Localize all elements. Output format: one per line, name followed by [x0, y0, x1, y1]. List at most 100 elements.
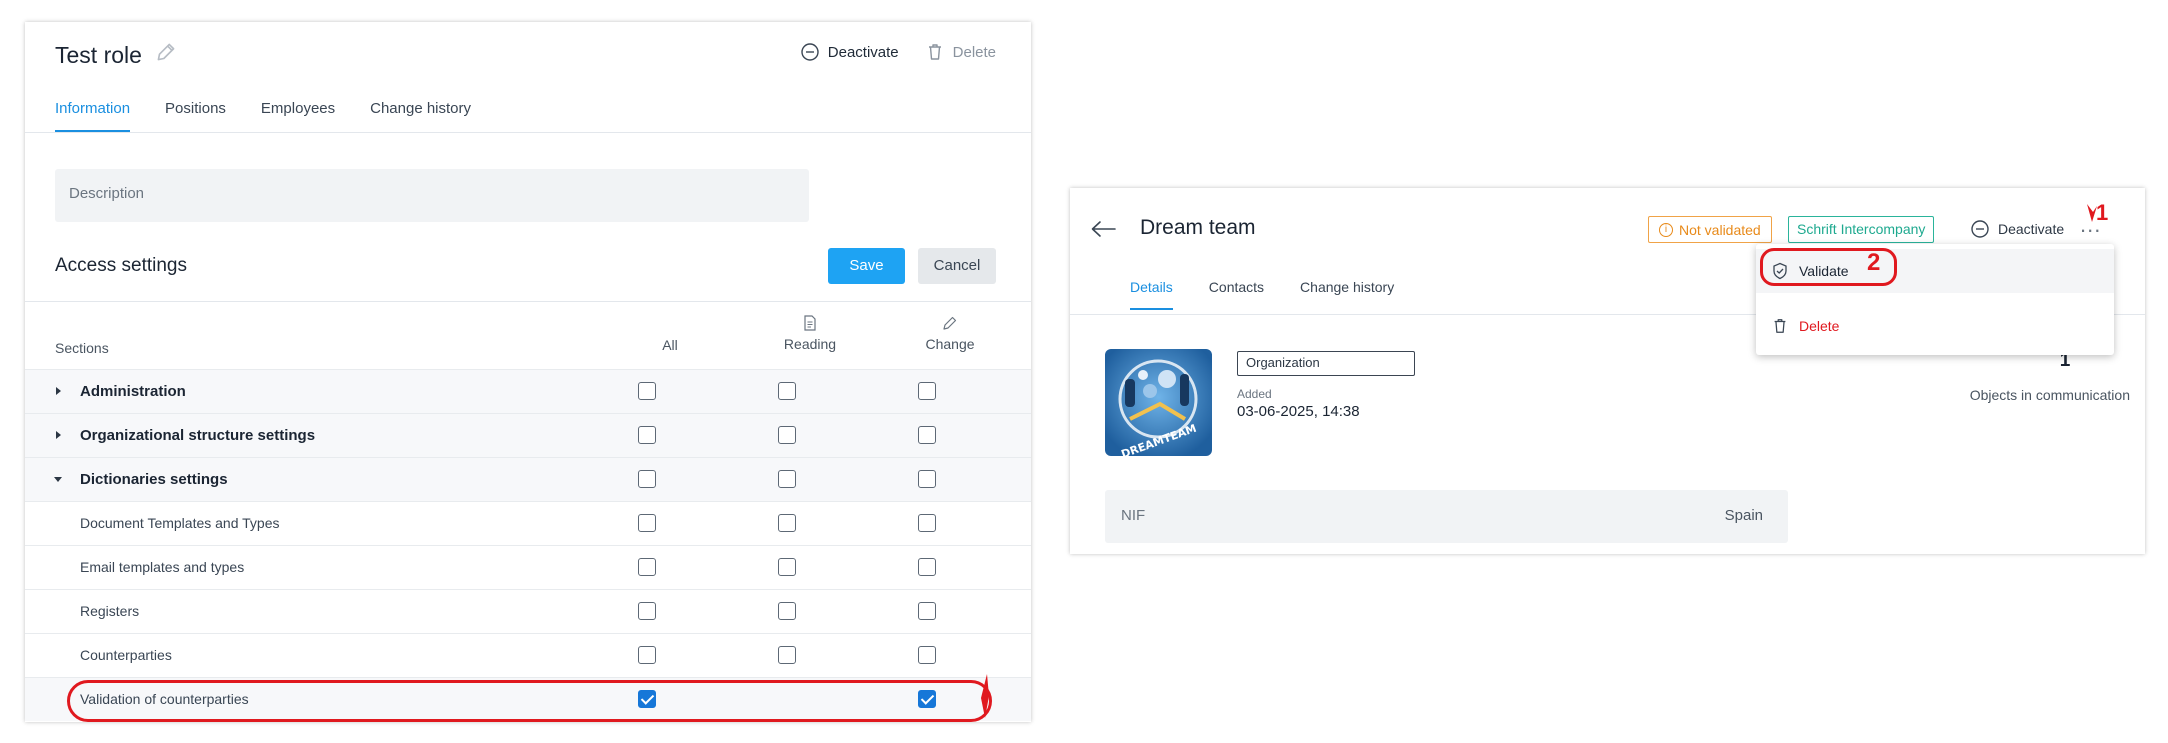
- minus-circle-icon: [1971, 220, 1989, 238]
- row-label: Counterparties: [80, 647, 172, 663]
- pencil-edit-icon[interactable]: [153, 39, 179, 65]
- permission-row-dictionaries: Dictionaries settings: [25, 457, 1031, 501]
- tabs-divider: [25, 132, 1031, 133]
- minus-circle-icon: [801, 43, 819, 61]
- deactivate-label: Deactivate: [1998, 221, 2065, 237]
- checkbox-reading[interactable]: [778, 426, 796, 444]
- checkbox-reading[interactable]: [778, 646, 796, 664]
- caret-right-icon[interactable]: [53, 386, 63, 396]
- access-divider: [25, 301, 1031, 302]
- more-actions-menu: Validate Delete: [1756, 244, 2114, 355]
- info-icon: i: [1659, 222, 1673, 237]
- company-badge: Schrift Intercompany: [1788, 216, 1935, 243]
- nif-field: NIF Spain: [1105, 490, 1788, 543]
- menu-item-validate[interactable]: Validate: [1756, 249, 2114, 293]
- permission-row-counterparties: Counterparties: [25, 633, 1031, 677]
- annotation-step-2: 2: [1867, 249, 1881, 276]
- row-label: Validation of counterparties: [80, 691, 249, 707]
- added-label: Added: [1237, 387, 1272, 401]
- tab-positions[interactable]: Positions: [165, 100, 226, 132]
- status-badge: i Not validated: [1648, 216, 1772, 243]
- deactivate-button[interactable]: Deactivate: [1970, 219, 2064, 239]
- role-settings-panel: Test role Deactivate Delete Information …: [25, 22, 1031, 722]
- checkbox-change[interactable]: [918, 690, 936, 708]
- column-header-all: All: [625, 337, 715, 353]
- checkbox-change[interactable]: [918, 558, 936, 576]
- checkbox-all[interactable]: [638, 426, 656, 444]
- page-title: Test role: [55, 42, 142, 68]
- checkbox-change[interactable]: [918, 426, 936, 444]
- checkbox-change[interactable]: [918, 382, 936, 400]
- annotation-marker-icon: [981, 674, 989, 718]
- checkbox-reading[interactable]: [778, 382, 796, 400]
- column-header-reading-label: Reading: [783, 336, 837, 352]
- checkbox-reading[interactable]: [778, 514, 796, 532]
- permission-row-registers: Registers: [25, 589, 1031, 633]
- description-field[interactable]: Description: [55, 169, 809, 222]
- checkbox-change[interactable]: [918, 514, 936, 532]
- tab-contacts[interactable]: Contacts: [1209, 279, 1264, 310]
- row-label: Registers: [80, 603, 140, 619]
- annotation-step-1: 1: [2096, 200, 2109, 225]
- save-button[interactable]: Save: [828, 248, 905, 284]
- caret-right-icon[interactable]: [53, 430, 63, 440]
- column-header-change-label: Change: [925, 336, 975, 352]
- checkbox-all[interactable]: [638, 602, 656, 620]
- nif-country: Spain: [1724, 507, 1763, 524]
- access-settings-title: Access settings: [55, 255, 187, 276]
- permission-row-email-templates: Email templates and types: [25, 545, 1031, 589]
- header-actions: Deactivate Delete: [800, 42, 996, 62]
- nif-label: NIF: [1121, 507, 1146, 524]
- dreamteam-logo-image: DREAMTEAM: [1105, 349, 1212, 456]
- organization-type-tag: Organization: [1237, 351, 1415, 376]
- tab-employees[interactable]: Employees: [261, 100, 335, 132]
- tab-information[interactable]: Information: [55, 100, 131, 132]
- column-header-all-label: All: [662, 337, 678, 353]
- trash-icon: [928, 44, 941, 60]
- column-header-reading: Reading: [765, 314, 855, 352]
- checkbox-reading[interactable]: [778, 470, 796, 488]
- tabs: Information Positions Employees Change h…: [55, 100, 1031, 132]
- document-icon: [804, 315, 816, 331]
- tab-change-history[interactable]: Change history: [1300, 279, 1394, 310]
- checkbox-all[interactable]: [638, 470, 656, 488]
- permission-row-administration: Administration: [25, 369, 1031, 413]
- column-header-sections: Sections: [55, 340, 109, 356]
- deactivate-label: Deactivate: [827, 43, 899, 61]
- tab-details[interactable]: Details: [1130, 279, 1173, 310]
- checkbox-reading[interactable]: [778, 602, 796, 620]
- menu-item-validate-label: Validate: [1799, 263, 1849, 279]
- delete-label: Delete: [952, 43, 996, 61]
- row-label: Administration: [80, 383, 186, 400]
- checkbox-all[interactable]: [638, 382, 656, 400]
- trash-icon: [1774, 319, 1786, 333]
- row-label: Organizational structure settings: [80, 427, 316, 444]
- caret-down-icon[interactable]: [53, 474, 63, 484]
- delete-button[interactable]: Delete: [925, 42, 996, 62]
- row-label: Dictionaries settings: [80, 471, 228, 488]
- organization-logo: DREAMTEAM: [1105, 349, 1212, 456]
- row-label: Email templates and types: [80, 559, 245, 575]
- objects-count-label: Objects in communication: [1969, 387, 2130, 403]
- permission-row-validation-of-counterparties: Validation of counterparties: [25, 677, 1031, 721]
- permission-row-organizational-structure: Organizational structure settings: [25, 413, 1031, 457]
- checkbox-all[interactable]: [638, 646, 656, 664]
- permission-row-document-templates: Document Templates and Types: [25, 501, 1031, 545]
- checkbox-all[interactable]: [638, 558, 656, 576]
- checkbox-reading[interactable]: [778, 558, 796, 576]
- checkbox-all[interactable]: [638, 514, 656, 532]
- column-header-change: Change: [905, 314, 995, 352]
- menu-item-delete[interactable]: Delete: [1756, 304, 2114, 348]
- checkbox-change[interactable]: [918, 602, 936, 620]
- counterparty-panel: Dream team i Not validated Schrift Inter…: [1070, 188, 2145, 554]
- cancel-button[interactable]: Cancel: [918, 248, 996, 284]
- added-date: 03-06-2025, 14:38: [1237, 403, 1360, 420]
- back-arrow-icon[interactable]: [1090, 220, 1116, 238]
- tab-change-history[interactable]: Change history: [370, 100, 471, 132]
- checkbox-change[interactable]: [918, 470, 936, 488]
- deactivate-button[interactable]: Deactivate: [800, 42, 899, 62]
- status-badge-label: Not validated: [1679, 221, 1761, 238]
- tabs: Details Contacts Change history: [1130, 279, 1394, 310]
- checkbox-all[interactable]: [638, 690, 656, 708]
- checkbox-change[interactable]: [918, 646, 936, 664]
